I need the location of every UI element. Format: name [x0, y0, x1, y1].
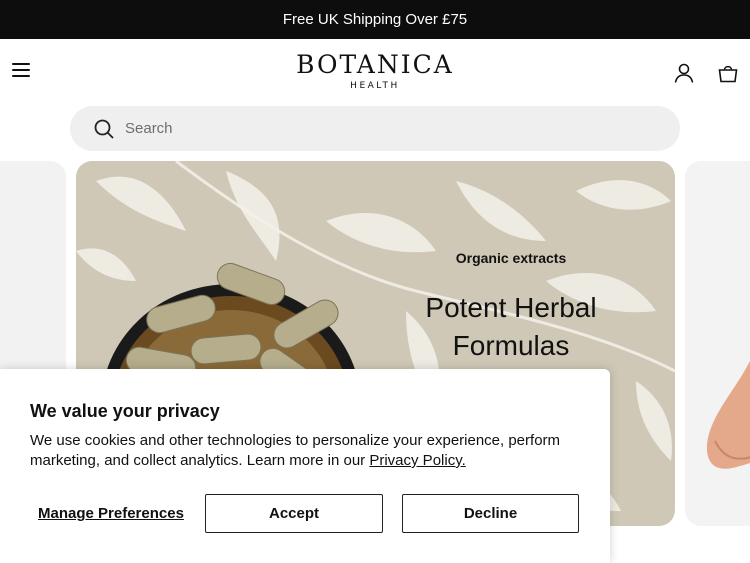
announcement-bar: Free UK Shipping Over £75: [0, 0, 750, 39]
account-icon[interactable]: [673, 62, 695, 84]
cookie-title: We value your privacy: [30, 401, 220, 421]
hero-headline-line1: Potent Herbal: [425, 292, 597, 323]
logo: BOTANICA HEALTH: [0, 51, 750, 92]
privacy-policy-link[interactable]: Privacy Policy.: [369, 452, 465, 469]
site-header: BOTANICA HEALTH: [0, 39, 750, 105]
announcement-text: Free UK Shipping Over £75: [282, 11, 468, 28]
cookie-body: We use cookies and other technologies to…: [30, 431, 590, 471]
hero-eyebrow: Organic extracts: [455, 250, 567, 266]
search-icon: [94, 119, 114, 139]
accept-button[interactable]: Accept: [205, 494, 383, 533]
logo-subtitle: HEALTH: [350, 81, 400, 91]
hand-image: [706, 361, 750, 469]
shopping-bag-icon[interactable]: [717, 62, 739, 84]
cookie-body-text: We use cookies and other technologies to…: [30, 432, 561, 469]
manage-preferences-link[interactable]: Manage Preferences: [38, 505, 184, 522]
search-bar[interactable]: [70, 106, 680, 151]
hero-headline: Potent Herbal Formulas: [376, 289, 646, 365]
menu-icon[interactable]: [12, 63, 32, 81]
carousel-slide-next[interactable]: [685, 161, 750, 526]
search-input[interactable]: [125, 120, 645, 137]
cookie-banner: We value your privacy We use cookies and…: [0, 369, 610, 563]
logo-wordmark[interactable]: BOTANICA: [296, 51, 454, 79]
decline-button[interactable]: Decline: [402, 494, 579, 533]
hero-headline-line2: Formulas: [452, 330, 570, 361]
